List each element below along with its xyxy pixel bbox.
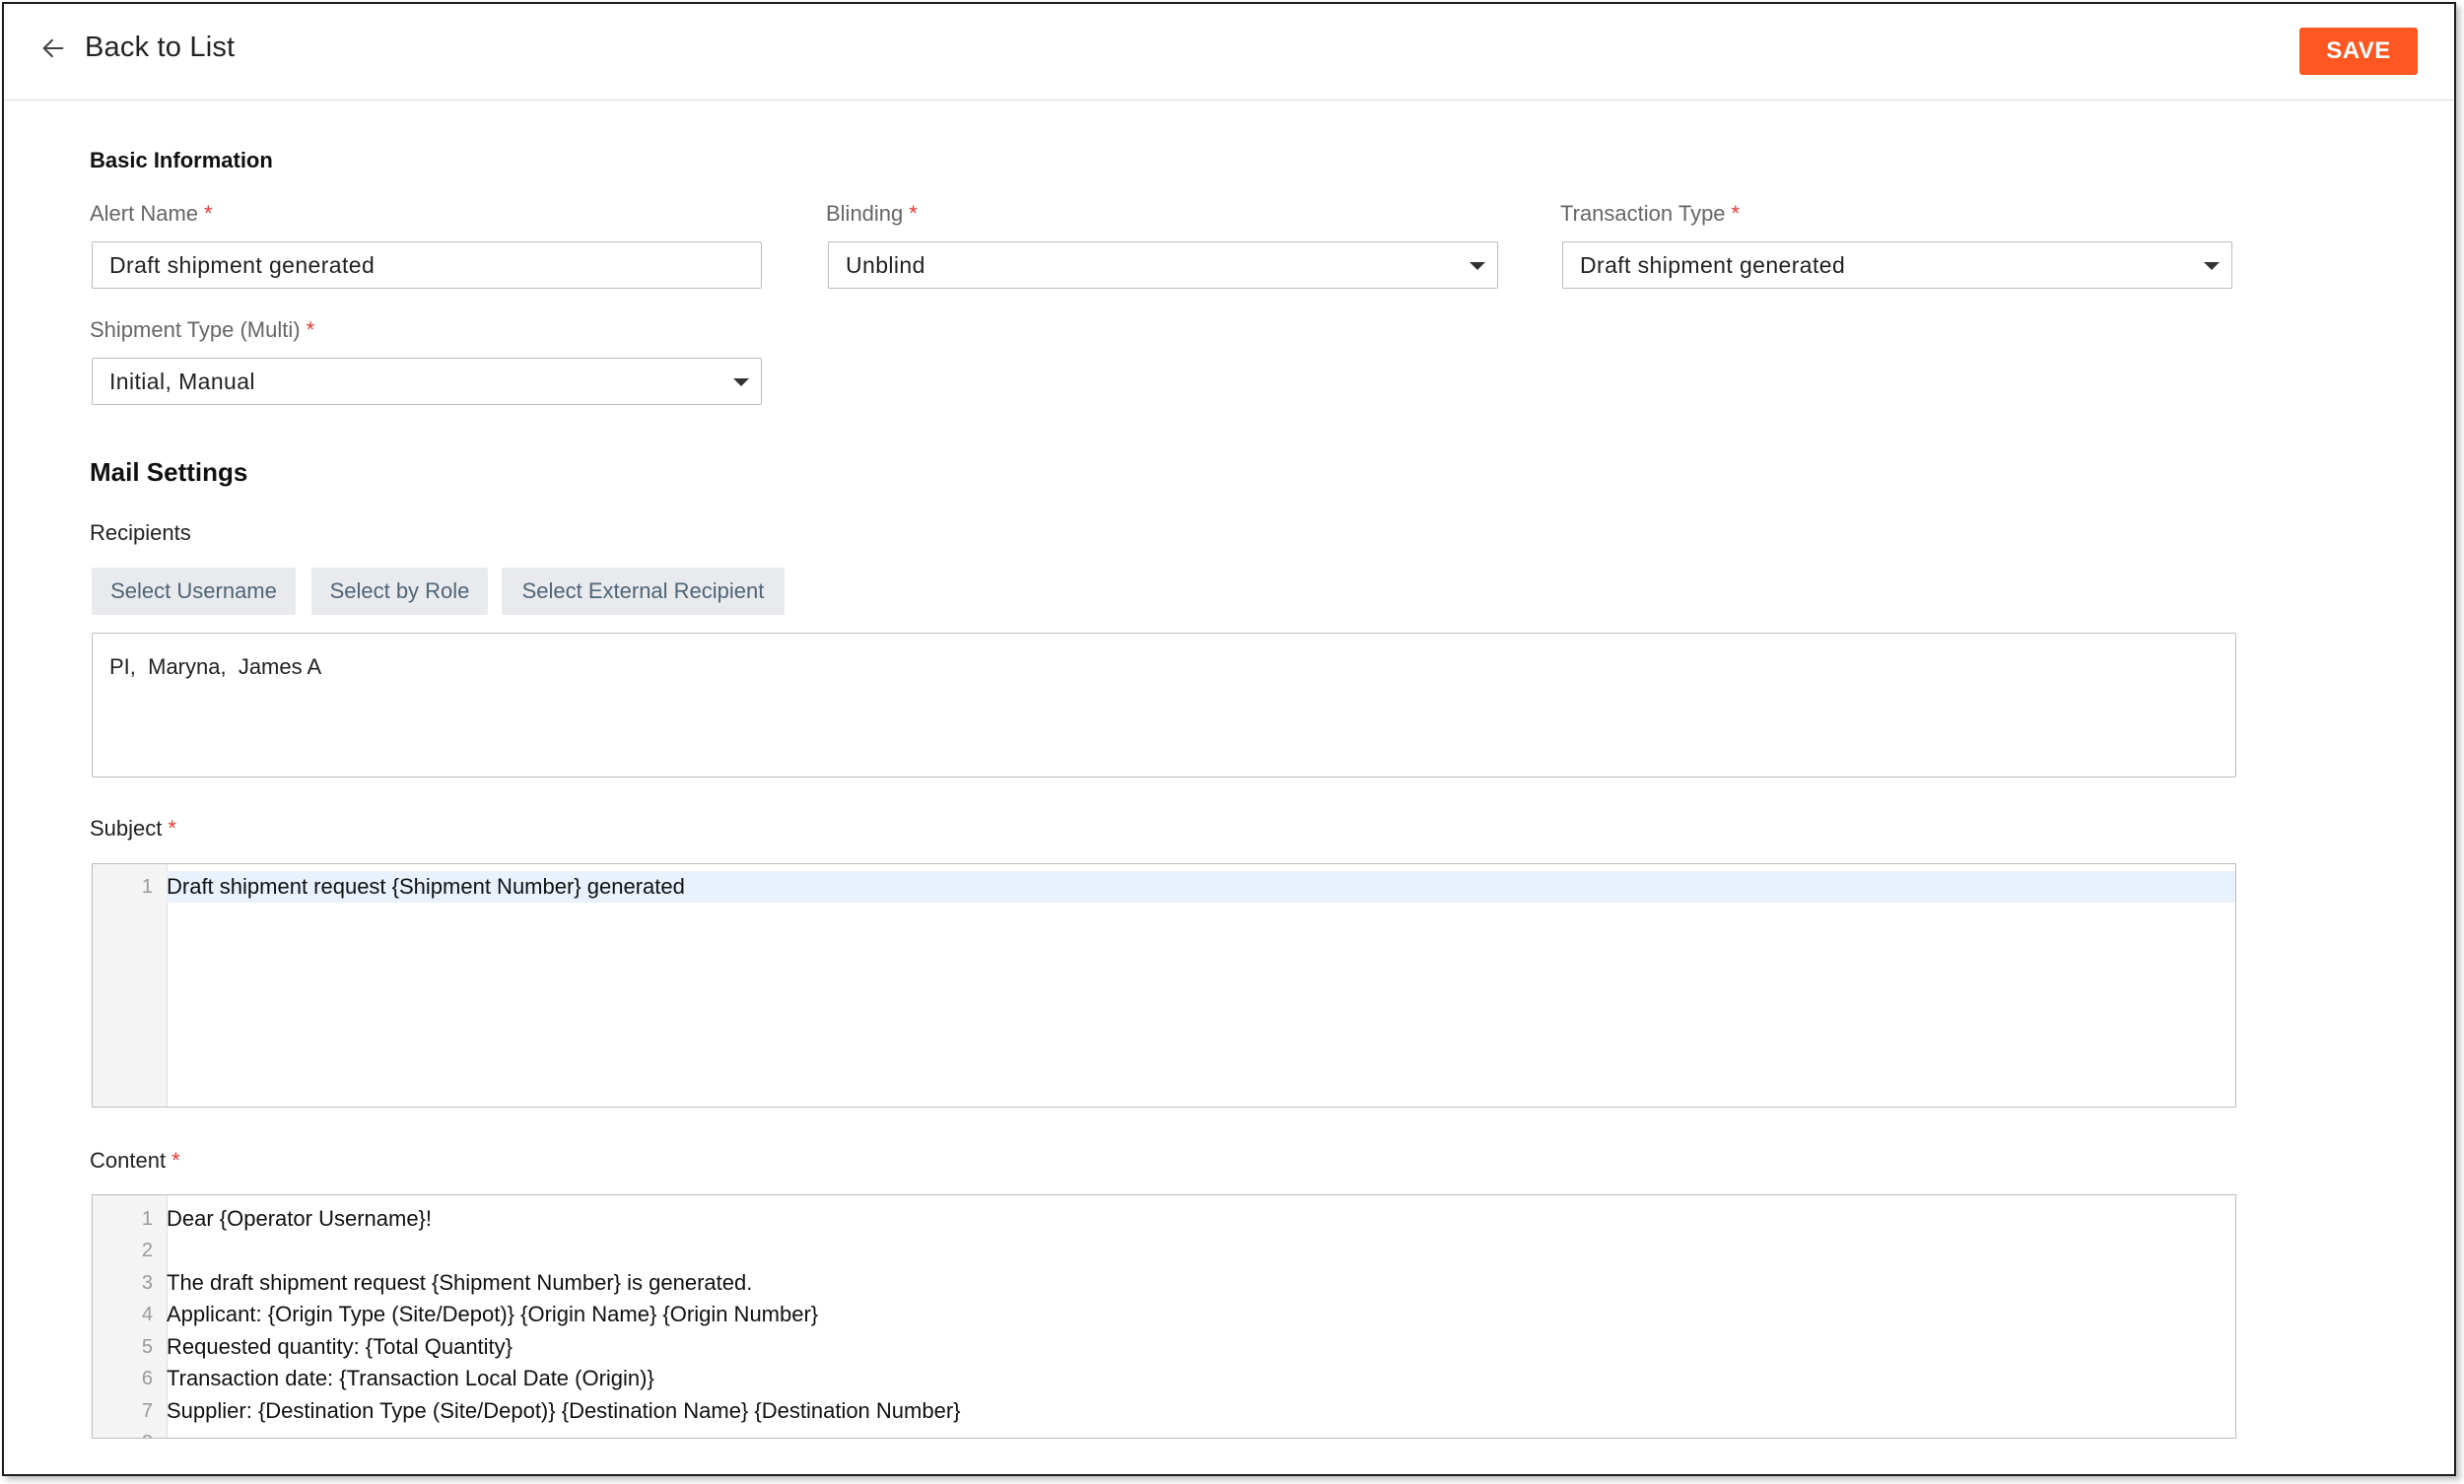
alert-name-label: Alert Name * — [90, 201, 213, 226]
line-text: Dear {Operator Username}! — [167, 1206, 433, 1231]
line-text: The draft shipment request {Shipment Num… — [167, 1270, 753, 1295]
line-number: 4 — [141, 1303, 153, 1325]
mail-settings-title: Mail Settings — [90, 457, 248, 487]
required-mark: * — [909, 201, 918, 226]
content-editor[interactable]: 1 Dear {Operator Username}! 2 3 The draft … — [92, 1194, 2236, 1439]
required-mark: * — [306, 317, 315, 342]
line-number: 8 — [93, 1432, 160, 1439]
back-to-list-link[interactable]: Back to List — [39, 32, 235, 64]
subject-label: Subject * — [90, 816, 176, 841]
required-mark: * — [168, 816, 176, 841]
caret-down-icon — [1470, 262, 1485, 270]
line-text: Applicant: {Origin Type (Site/Depot)} {O… — [167, 1302, 819, 1326]
required-mark: * — [171, 1148, 180, 1173]
shipment-type-value: Initial, Manual — [109, 368, 255, 394]
line-text: Supplier: {Destination Type (Site/Depot)… — [167, 1398, 961, 1423]
select-external-recipient-button[interactable]: Select External Recipient — [502, 568, 785, 615]
recipients-value: PI, Maryna, James A — [109, 654, 322, 679]
editor-line: 1 Dear {Operator Username}! — [93, 1203, 2235, 1235]
editor-line: 6 Transaction date: {Transaction Local Da… — [93, 1363, 2235, 1394]
line-number: 2 — [141, 1239, 153, 1261]
editor-line: 5 Requested quantity: {Total Quantity} — [93, 1331, 2235, 1363]
line-number: 6 — [141, 1367, 153, 1389]
recipients-field[interactable]: PI, Maryna, James A — [92, 633, 2236, 777]
blinding-select[interactable]: Unblind — [828, 241, 1498, 289]
transaction-type-label: Transaction Type * — [1560, 201, 1741, 226]
line-number: 5 — [141, 1335, 153, 1358]
transaction-type-value: Draft shipment generated — [1580, 251, 1846, 278]
editor-line: 3 The draft shipment request {Shipment Nu… — [93, 1267, 2235, 1299]
content-label: Content * — [90, 1148, 180, 1173]
line-text: Requested quantity: {Total Quantity} — [167, 1334, 513, 1359]
select-by-role-button[interactable]: Select by Role — [311, 568, 488, 615]
blinding-value: Unblind — [846, 251, 925, 278]
editor-line: 2 — [93, 1235, 2235, 1266]
blinding-label: Blinding * — [826, 201, 918, 226]
save-button[interactable]: SAVE — [2299, 28, 2418, 75]
basic-information-title: Basic Information — [90, 148, 273, 172]
editor-line: 1 Draft shipment request {Shipment Numbe… — [93, 871, 2235, 903]
editor-line: 4 Applicant: {Origin Type (Site/Depot)} {… — [93, 1299, 2235, 1330]
caret-down-icon — [2204, 262, 2220, 270]
line-text: Draft shipment request {Shipment Number}… — [167, 874, 685, 899]
line-text: Transaction date: {Transaction Local Dat… — [167, 1366, 654, 1390]
required-mark: * — [204, 201, 213, 226]
select-username-button[interactable]: Select Username — [92, 568, 296, 615]
line-number: 1 — [141, 875, 153, 898]
required-mark: * — [1731, 201, 1741, 226]
arrow-left-icon — [42, 38, 64, 57]
shipment-type-label: Shipment Type (Multi) * — [90, 317, 315, 342]
editor-line: 7 Supplier: {Destination Type (Site/Depot… — [93, 1395, 2235, 1427]
transaction-type-select[interactable]: Draft shipment generated — [1562, 241, 2232, 289]
subject-editor[interactable]: 1 Draft shipment request {Shipment Numbe… — [92, 863, 2236, 1108]
alert-name-input[interactable]: Draft shipment generated — [92, 241, 762, 289]
recipients-label: Recipients — [90, 520, 191, 545]
app-window: Back to List SAVE Basic Information Aler… — [2, 2, 2456, 1476]
shipment-type-select[interactable]: Initial, Manual — [92, 358, 762, 405]
line-number: 1 — [141, 1207, 153, 1230]
top-bar: Back to List SAVE — [4, 4, 2454, 101]
editor-line: 8 — [93, 1427, 2235, 1439]
line-number: 3 — [141, 1271, 153, 1294]
caret-down-icon — [733, 378, 749, 386]
line-number: 7 — [141, 1399, 153, 1422]
back-label: Back to List — [85, 32, 236, 63]
